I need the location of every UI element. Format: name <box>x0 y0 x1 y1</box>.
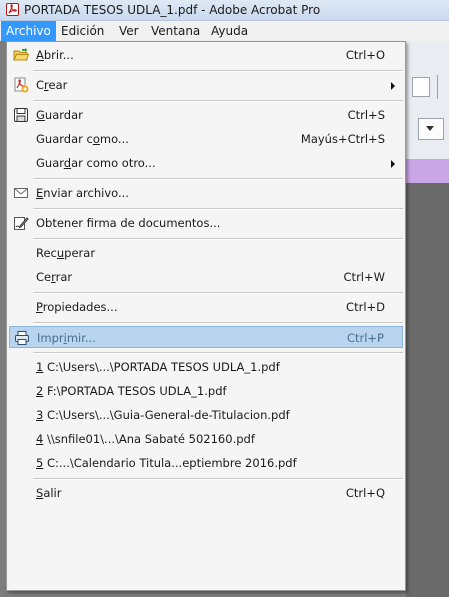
menu-item-imprimir[interactable]: Imprimir... Ctrl+P <box>9 326 403 348</box>
menu-separator <box>33 100 403 102</box>
chevron-down-icon <box>426 126 434 131</box>
menu-item-label: Salir <box>36 486 62 500</box>
menu-separator <box>33 478 403 480</box>
recent-file-item[interactable]: 3 C:\Users\...\Guia-General-de-Titulacio… <box>9 404 403 426</box>
menu-item-label: Enviar archivo... <box>36 186 129 200</box>
menu-item-label: Guardar <box>36 108 83 122</box>
shortcut-label: Ctrl+S <box>347 108 385 122</box>
toolbar-separator <box>437 75 438 99</box>
menu-item-label: Imprimir... <box>37 331 96 345</box>
menu-item-label: Guardar como... <box>36 132 129 146</box>
menu-item-crear[interactable]: Crear <box>9 74 403 96</box>
menu-item-recuperar[interactable]: Recuperar <box>9 242 403 264</box>
menu-item-label: 2 F:\PORTADA TESOS UDLA_1.pdf <box>36 384 227 398</box>
save-disk-icon <box>14 108 28 122</box>
menu-item-cerrar[interactable]: Cerrar Ctrl+W <box>9 266 403 288</box>
menu-item-label: Recuperar <box>36 246 96 260</box>
menu-item-enviar-archivo[interactable]: Enviar archivo... <box>9 182 403 204</box>
acrobat-pdf-icon <box>6 3 19 16</box>
open-folder-icon <box>13 47 29 61</box>
shortcut-label: Ctrl+D <box>346 300 385 314</box>
document-header-band <box>406 159 449 183</box>
signature-icon <box>14 217 29 230</box>
menu-item-propiedades[interactable]: Propiedades... Ctrl+D <box>9 296 403 318</box>
shortcut-label: Mayús+Ctrl+S <box>300 132 385 146</box>
menu-item-label: 1 C:\Users\...\PORTADA TESOS UDLA_1.pdf <box>36 360 280 374</box>
menu-bar: Archivo Edición Ver Ventana Ayuda <box>0 21 449 41</box>
shortcut-label: Ctrl+O <box>345 48 385 62</box>
menu-ver[interactable]: Ver <box>114 21 144 41</box>
menu-item-guardar-como[interactable]: Guardar como... Mayús+Ctrl+S <box>9 128 403 150</box>
menu-item-salir[interactable]: Salir Ctrl+Q <box>9 482 403 504</box>
menu-separator <box>33 322 403 324</box>
menu-ayuda[interactable]: Ayuda <box>206 21 253 41</box>
menu-item-label: Crear <box>36 78 68 92</box>
menu-item-label: Obtener firma de documentos... <box>36 216 221 230</box>
toolbar-background <box>406 41 449 159</box>
bottom-edge <box>6 591 406 597</box>
shortcut-label: Ctrl+W <box>343 270 385 284</box>
menu-separator <box>33 352 403 354</box>
menu-item-guardar-como-otro[interactable]: Guardar como otro... <box>9 152 403 174</box>
menu-item-label: 5 C:...\Calendario Titula...eptiembre 20… <box>36 456 297 470</box>
menu-separator <box>33 178 403 180</box>
menu-item-label: Guardar como otro... <box>36 156 156 170</box>
toolbar-button[interactable] <box>412 77 430 97</box>
menu-ventana[interactable]: Ventana <box>146 21 205 41</box>
menu-item-label: 3 C:\Users\...\Guia-General-de-Titulacio… <box>36 408 290 422</box>
shortcut-label: Ctrl+Q <box>345 486 385 500</box>
shortcut-label: Ctrl+P <box>346 331 384 345</box>
menu-separator <box>33 70 403 72</box>
recent-file-item[interactable]: 4 \\snfile01\...\Ana Sabaté 502160.pdf <box>9 428 403 450</box>
envelope-icon <box>14 188 28 198</box>
recent-file-item[interactable]: 5 C:...\Calendario Titula...eptiembre 20… <box>9 452 403 474</box>
menu-item-label: Cerrar <box>36 270 73 284</box>
menu-archivo[interactable]: Archivo <box>1 21 56 41</box>
menu-separator <box>33 208 403 210</box>
recent-file-item[interactable]: 1 C:\Users\...\PORTADA TESOS UDLA_1.pdf <box>9 356 403 378</box>
document-area <box>406 183 449 597</box>
menu-item-obtener-firma[interactable]: Obtener firma de documentos... <box>9 212 403 234</box>
recent-file-item[interactable]: 2 F:\PORTADA TESOS UDLA_1.pdf <box>9 380 403 402</box>
menu-item-abrir[interactable]: Abrir... Ctrl+O <box>9 44 403 66</box>
menu-item-label: Propiedades... <box>36 300 118 314</box>
menu-item-label: Abrir... <box>36 48 74 62</box>
window-title: PORTADA TESOS UDLA_1.pdf - Adobe Acrobat… <box>24 3 321 17</box>
menu-edicion[interactable]: Edición <box>56 21 109 41</box>
title-bar: PORTADA TESOS UDLA_1.pdf - Adobe Acrobat… <box>0 0 449 21</box>
menu-separator <box>33 238 403 240</box>
menu-item-guardar[interactable]: Guardar Ctrl+S <box>9 104 403 126</box>
archivo-menu: Abrir... Ctrl+O Crear Guardar Ctrl+S Gua… <box>6 41 406 591</box>
menu-item-label: 4 \\snfile01\...\Ana Sabaté 502160.pdf <box>36 432 255 446</box>
printer-icon <box>15 331 29 345</box>
submenu-arrow-icon <box>391 160 395 168</box>
menu-separator <box>33 292 403 294</box>
submenu-arrow-icon <box>391 82 395 90</box>
create-pdf-icon <box>14 77 29 93</box>
